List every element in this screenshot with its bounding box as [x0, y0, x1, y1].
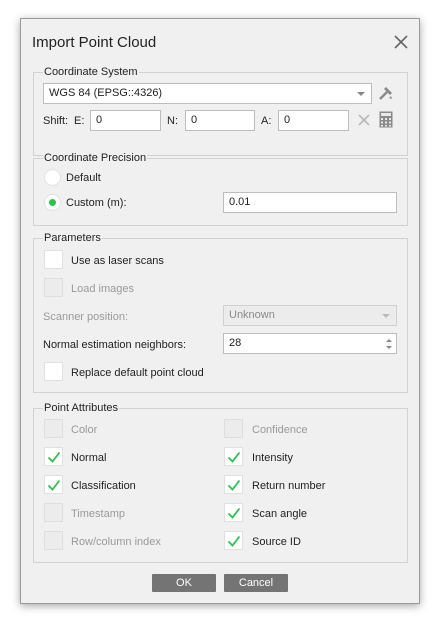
color-checkbox[interactable] — [44, 419, 63, 438]
import-point-cloud-dialog: Import Point Cloud Coordinate System WGS… — [20, 18, 420, 604]
scanner-position-value: Unknown — [229, 309, 275, 321]
scan-angle-checkbox[interactable] — [224, 503, 243, 522]
e-label: E: — [74, 115, 85, 127]
shift-a-input[interactable]: 0 — [278, 110, 349, 131]
timestamp-checkbox[interactable] — [44, 503, 63, 522]
chevron-down-icon — [382, 314, 390, 318]
close-icon[interactable] — [392, 33, 410, 51]
laser-scans-checkbox[interactable] — [44, 250, 63, 269]
a-label: A: — [261, 115, 272, 127]
confidence-checkbox[interactable] — [224, 419, 243, 438]
source-id-checkbox[interactable] — [224, 531, 243, 550]
classification-checkbox[interactable] — [44, 475, 63, 494]
dialog-title: Import Point Cloud — [32, 34, 157, 51]
load-images-checkbox[interactable] — [44, 278, 63, 297]
scanner-position-label: Scanner position: — [43, 311, 128, 323]
spin-arrows-icon[interactable] — [385, 337, 393, 351]
source-id-label: Source ID — [252, 536, 301, 548]
checkmark-icon — [227, 451, 241, 463]
coordinate-precision-title: Coordinate Precision — [43, 152, 148, 164]
tools-icon[interactable] — [377, 84, 395, 102]
timestamp-label: Timestamp — [71, 508, 125, 520]
load-images-label: Load images — [71, 283, 134, 295]
classification-label: Classification — [71, 480, 136, 492]
custom-precision-input[interactable]: 0.01 — [223, 192, 397, 213]
shift-e-input[interactable]: 0 — [90, 110, 161, 131]
shift-n-input[interactable]: 0 — [185, 110, 255, 131]
clear-icon[interactable] — [357, 113, 371, 127]
coordinate-system-value: WGS 84 (EPSG::4326) — [49, 87, 163, 99]
shift-label: Shift: — [43, 115, 69, 127]
row-column-index-label: Row/column index — [71, 536, 161, 548]
normal-label: Normal — [71, 452, 107, 464]
checkmark-icon — [47, 479, 61, 491]
scanner-position-select[interactable]: Unknown — [223, 305, 397, 326]
color-label: Color — [71, 424, 98, 436]
coordinate-system-title: Coordinate System — [43, 66, 139, 78]
default-precision-radio[interactable] — [44, 169, 61, 186]
custom-precision-radio[interactable] — [44, 194, 61, 211]
replace-default-label: Replace default point cloud — [71, 367, 204, 379]
default-precision-label: Default — [66, 172, 101, 184]
row-column-index-checkbox[interactable] — [44, 531, 63, 550]
checkmark-icon — [227, 535, 241, 547]
return-number-checkbox[interactable] — [224, 475, 243, 494]
chevron-down-icon — [357, 92, 365, 96]
calculator-icon[interactable] — [379, 111, 393, 128]
custom-precision-label: Custom (m): — [66, 197, 127, 209]
coordinate-system-select[interactable]: WGS 84 (EPSG::4326) — [43, 83, 372, 104]
normal-checkbox[interactable] — [44, 447, 63, 466]
scan-angle-label: Scan angle — [252, 508, 308, 520]
intensity-checkbox[interactable] — [224, 447, 243, 466]
return-number-label: Return number — [252, 480, 326, 492]
checkmark-icon — [227, 479, 241, 491]
ok-button[interactable]: OK — [152, 574, 216, 592]
cancel-button[interactable]: Cancel — [224, 574, 288, 592]
checkmark-icon — [47, 451, 61, 463]
replace-default-checkbox[interactable] — [44, 362, 63, 381]
checkmark-icon — [227, 507, 241, 519]
intensity-label: Intensity — [252, 452, 293, 464]
laser-scans-label: Use as laser scans — [71, 255, 164, 267]
confidence-label: Confidence — [252, 424, 308, 436]
normal-neighbors-spinbox[interactable]: 28 — [223, 333, 397, 354]
normal-neighbors-value: 28 — [229, 337, 242, 349]
point-attributes-title: Point Attributes — [43, 402, 119, 414]
normal-neighbors-label: Normal estimation neighbors: — [43, 339, 187, 351]
parameters-title: Parameters — [43, 232, 102, 244]
n-label: N: — [167, 115, 178, 127]
